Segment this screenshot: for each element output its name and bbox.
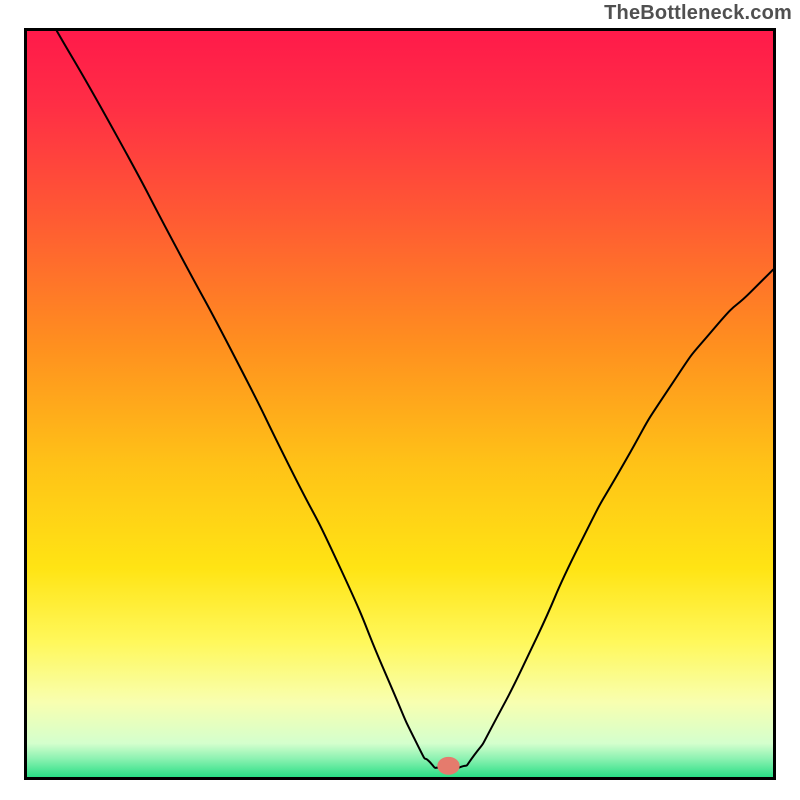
bottleneck-chart bbox=[27, 31, 773, 777]
source-attribution: TheBottleneck.com bbox=[604, 2, 792, 25]
page-root: TheBottleneck.com bbox=[0, 0, 800, 800]
chart-frame bbox=[24, 28, 776, 780]
chart-background bbox=[27, 31, 773, 777]
min-marker bbox=[437, 757, 459, 775]
